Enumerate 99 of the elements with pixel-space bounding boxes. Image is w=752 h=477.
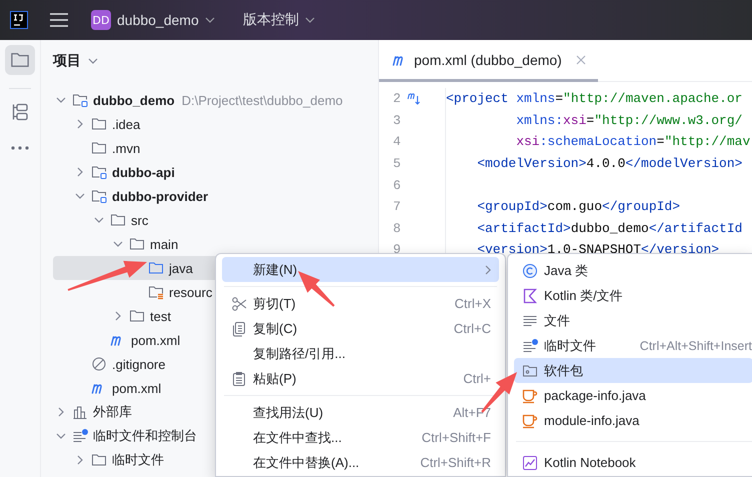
cup-icon xyxy=(522,412,538,428)
folder-icon xyxy=(110,212,126,228)
tree-item[interactable]: dubbo_demo xyxy=(93,92,175,108)
chevron-down-icon[interactable] xyxy=(56,433,66,439)
line-number: 8 xyxy=(393,220,401,236)
menu-item[interactable]: 复制(C) Ctrl+C xyxy=(222,316,499,341)
menu-item[interactable]: 在文件中替换(A)... Ctrl+Shift+R xyxy=(222,450,499,475)
tree-item[interactable]: test xyxy=(150,308,171,324)
project-path: D:\Project\test\dubbo_demo xyxy=(182,92,343,108)
class-icon xyxy=(522,262,538,278)
chevron-right-icon[interactable] xyxy=(77,119,83,129)
maven-gutter-icon[interactable] xyxy=(406,92,421,106)
panel-title[interactable]: 项目 xyxy=(53,52,81,70)
tree-item[interactable]: 临时文件 xyxy=(112,451,164,469)
scissors-icon xyxy=(231,296,247,312)
tree-item[interactable]: java xyxy=(169,260,193,276)
vcs-menu[interactable]: 版本控制 xyxy=(242,11,315,29)
tree-item[interactable]: .gitignore xyxy=(112,356,166,372)
tool-window-button[interactable] xyxy=(5,45,35,75)
line-number: 3 xyxy=(393,112,401,128)
chevron-down-icon[interactable] xyxy=(113,241,123,247)
tree-item[interactable]: main xyxy=(150,236,178,252)
menu-item[interactable]: module-info.java xyxy=(514,408,752,433)
chevron-down-icon[interactable] xyxy=(304,17,315,23)
tree-item[interactable]: .idea xyxy=(112,116,140,132)
folder-icon xyxy=(91,452,107,468)
tree-item[interactable]: resourc xyxy=(169,284,212,300)
ignore-file-icon xyxy=(91,356,107,372)
folder-icon xyxy=(91,140,107,156)
tree-item[interactable]: 外部库 xyxy=(93,403,132,421)
chevron-down-icon[interactable] xyxy=(88,58,98,64)
scratch-file-icon xyxy=(72,428,88,444)
close-icon[interactable] xyxy=(576,54,586,64)
clipboard-icon xyxy=(231,370,247,386)
folder-icon xyxy=(91,116,107,132)
menu-item[interactable]: 查找用法(U) Alt+F7 xyxy=(222,400,499,425)
editor-tab[interactable]: pom.xml (dubbo_demo) xyxy=(379,40,598,82)
menu-item[interactable]: 临时文件 Ctrl+Alt+Shift+Insert xyxy=(514,333,752,358)
tree-item[interactable]: dubbo-api xyxy=(112,164,175,180)
library-icon xyxy=(72,404,88,420)
menu-item[interactable]: 文件 xyxy=(514,308,752,333)
line-number: 6 xyxy=(393,178,401,193)
tree-item[interactable]: pom.xml xyxy=(112,380,162,396)
kotlin-icon xyxy=(522,288,538,304)
code-line: <groupId>com.guo</groupId> xyxy=(476,198,682,216)
menu-item[interactable]: Kotlin Notebook xyxy=(514,450,752,475)
chevron-right-icon[interactable] xyxy=(115,311,121,321)
chevron-down-icon[interactable] xyxy=(94,217,104,223)
line-number: 4 xyxy=(393,134,401,150)
menu-item[interactable]: 软件包 xyxy=(514,358,752,383)
tree-item[interactable]: pom.xml xyxy=(131,332,180,348)
project-selector[interactable]: dubbo_demo xyxy=(117,12,215,28)
tree-item[interactable]: dubbo-provider xyxy=(112,188,208,204)
code-line: xmlns:xsi="http://www.w3.org/ xyxy=(515,112,744,130)
menu-item[interactable]: 剪切(T) Ctrl+X xyxy=(222,291,499,316)
line-number: 7 xyxy=(393,199,401,214)
code-line: <project xmlns="http://maven.apache.or xyxy=(446,90,744,108)
menu-item[interactable]: 复制路径/引用... xyxy=(222,341,499,366)
menu-icon[interactable] xyxy=(50,13,68,27)
chevron-right-icon[interactable] xyxy=(77,167,83,177)
folder-icon xyxy=(129,308,145,324)
menu-item[interactable]: Java 类 xyxy=(514,258,752,283)
scratch-file-icon xyxy=(522,338,538,354)
folder-icon xyxy=(129,236,145,252)
code-line: <modelVersion>4.0.0</modelVersion> xyxy=(476,154,744,173)
tree-item[interactable]: src xyxy=(131,212,148,228)
app-logo-icon[interactable] xyxy=(10,11,28,29)
menu-item[interactable]: 新建(N) xyxy=(222,257,499,282)
module-folder-icon xyxy=(91,164,107,180)
code-line: xsi:schemaLocation="http://mav xyxy=(515,133,752,152)
tree-item[interactable]: 临时文件和控制台 xyxy=(93,427,197,445)
line-number: 5 xyxy=(393,156,401,172)
folder-icon xyxy=(10,50,30,70)
line-number: 9 xyxy=(393,242,401,258)
structure-icon xyxy=(10,102,30,122)
module-folder-icon xyxy=(91,188,107,204)
chevron-right-icon[interactable] xyxy=(77,455,83,465)
chevron-right-icon[interactable] xyxy=(58,407,64,417)
line-number: 2 xyxy=(393,91,401,106)
folder-icon xyxy=(148,260,164,276)
cup-icon xyxy=(522,388,538,404)
menu-item[interactable]: package-info.java xyxy=(514,383,752,408)
chevron-down-icon[interactable] xyxy=(75,193,85,199)
chevron-down-icon[interactable] xyxy=(204,17,215,23)
menu-item[interactable]: 粘贴(P) Ctrl+ xyxy=(222,366,499,391)
more-icon xyxy=(10,145,30,151)
code-line: <artifactId>dubbo_demo</artifactId xyxy=(476,220,744,238)
code-line: <version>1.0-SNAPSHOT</version> xyxy=(476,241,720,260)
tree-item[interactable]: .mvn xyxy=(112,140,140,156)
menu-item[interactable]: 在文件中查找... Ctrl+Shift+F xyxy=(222,425,499,450)
annotation-arrow xyxy=(298,271,335,307)
copy-icon xyxy=(231,320,247,336)
module-folder-icon xyxy=(72,92,88,108)
chevron-down-icon[interactable] xyxy=(56,97,66,103)
package-icon xyxy=(522,362,538,378)
menu-item[interactable]: Kotlin 类/文件 xyxy=(514,283,752,308)
notebook-icon xyxy=(522,454,538,470)
project-badge: DD xyxy=(91,10,111,30)
resource-folder-icon xyxy=(148,284,164,300)
